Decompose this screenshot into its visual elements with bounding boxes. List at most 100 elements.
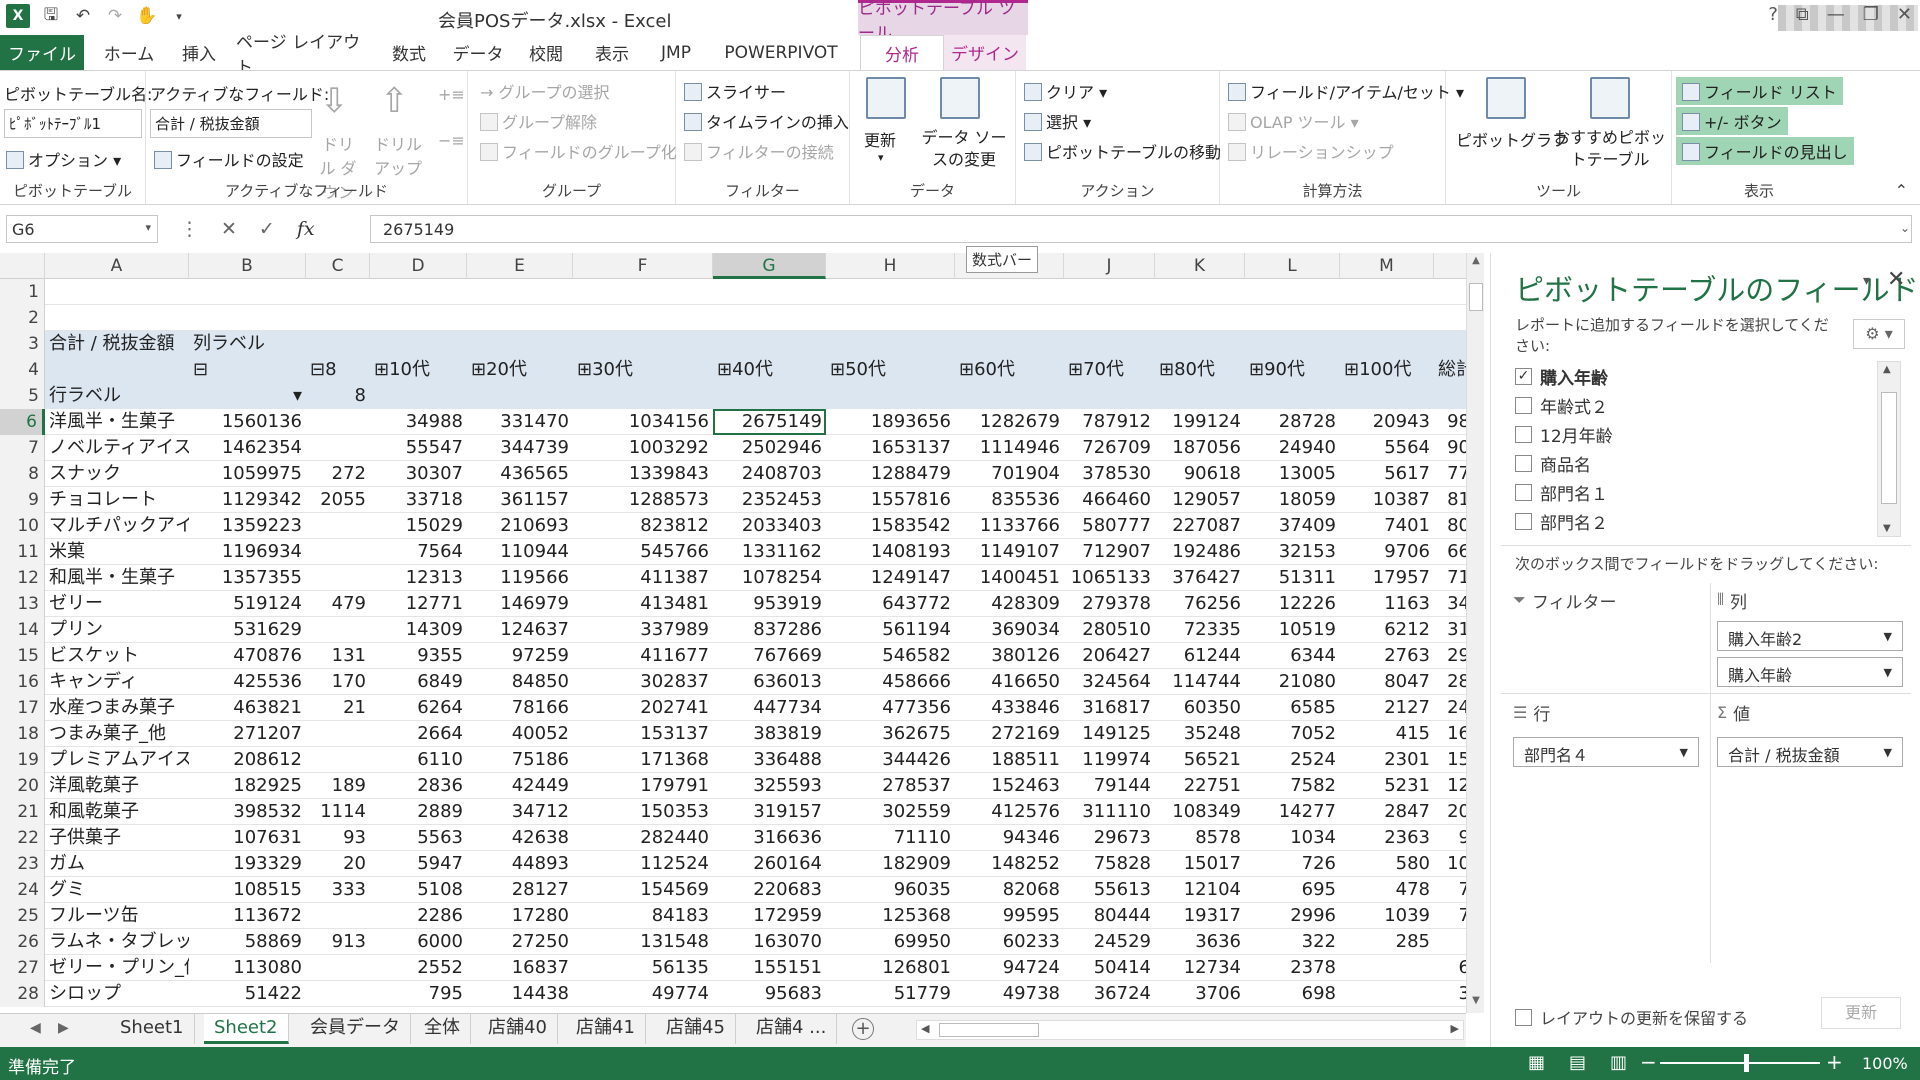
value-cell[interactable]: 13005 [1245,461,1340,487]
update-button[interactable]: 更新 [1821,997,1901,1029]
value-cell[interactable]: 7 [1434,903,1466,929]
ungroup-button[interactable]: グループ解除 [480,109,597,133]
value-cell[interactable]: 477356 [826,695,955,721]
cell[interactable] [955,383,1064,409]
value-cell[interactable]: 96035 [826,877,955,903]
row-label-cell[interactable]: スナック [45,461,189,487]
value-cell[interactable]: 90 [1434,435,1466,461]
value-cell[interactable]: 131548 [573,929,713,955]
value-cell[interactable]: 333 [306,877,370,903]
row-header[interactable]: 9 [0,487,45,513]
ribbon-display-icon[interactable]: ⧉ [1796,4,1809,25]
value-cell[interactable]: 795 [370,981,467,1007]
row-header[interactable]: 28 [0,981,45,1007]
value-cell[interactable]: 81 [1434,487,1466,513]
value-cell[interactable]: 75186 [467,747,573,773]
chip-dropdown-icon[interactable]: ▼ [1884,630,1892,643]
value-cell[interactable]: 953919 [713,591,826,617]
value-cell[interactable]: 163070 [713,929,826,955]
pt-name-input[interactable]: ﾋﾟﾎﾞｯﾄﾃｰﾌﾞﾙ1 [4,109,142,138]
row-header[interactable]: 5 [0,383,45,409]
value-cell[interactable]: 14277 [1245,799,1340,825]
column-header-B[interactable]: B [189,253,306,279]
row-header[interactable]: 8 [0,461,45,487]
value-cell[interactable]: 202741 [573,695,713,721]
value-cell[interactable]: 55613 [1064,877,1155,903]
value-cell[interactable]: 302837 [573,669,713,695]
value-cell[interactable]: 97259 [467,643,573,669]
value-cell[interactable]: 413481 [573,591,713,617]
value-cell[interactable]: 1560136 [189,409,306,435]
column-header-C[interactable]: C [306,253,370,279]
row-header[interactable]: 21 [0,799,45,825]
value-cell[interactable]: 152463 [955,773,1064,799]
value-cell[interactable] [1340,955,1434,981]
value-cell[interactable]: 5231 [1340,773,1434,799]
value-cell[interactable]: 436565 [467,461,573,487]
value-cell[interactable]: 316817 [1064,695,1155,721]
value-cell[interactable]: 124637 [467,617,573,643]
value-cell[interactable]: 153137 [573,721,713,747]
value-cell[interactable]: 220683 [713,877,826,903]
value-cell[interactable]: 380126 [955,643,1064,669]
value-cell[interactable]: 2763 [1340,643,1434,669]
value-cell[interactable]: 210693 [467,513,573,539]
row-header[interactable]: 16 [0,669,45,695]
value-cell[interactable]: 1114946 [955,435,1064,461]
column-labels-header[interactable]: 列ラベル [189,331,306,357]
value-cell[interactable]: 49738 [955,981,1064,1007]
column-group-header[interactable]: ⊞40代 [713,357,826,383]
fields-items-sets-button[interactable]: フィールド/アイテム/セット ▾ [1228,79,1464,103]
value-cell[interactable]: 519124 [189,591,306,617]
enter-icon[interactable]: ✓ [259,218,275,240]
value-cell[interactable]: 3636 [1155,929,1245,955]
value-cell[interactable]: 7401 [1340,513,1434,539]
scroll-right-icon[interactable]: ▶ [1451,1022,1459,1035]
sheet-tab[interactable]: Sheet2 [204,1014,289,1044]
value-cell[interactable]: 72335 [1155,617,1245,643]
value-cell[interactable]: 1249147 [826,565,955,591]
value-cell[interactable]: 60350 [1155,695,1245,721]
value-cell[interactable]: 58869 [189,929,306,955]
group-selection-button[interactable]: → グループの選択 [480,79,610,103]
field-scroll-up-icon[interactable]: ▲ [1883,364,1891,375]
value-cell[interactable]: 75828 [1064,851,1155,877]
value-cell[interactable]: 478 [1340,877,1434,903]
value-cell[interactable]: 125368 [826,903,955,929]
value-cell[interactable]: 425536 [189,669,306,695]
pivot-value-header[interactable]: 合計 / 税抜金額 [45,331,189,357]
value-cell[interactable]: 479 [306,591,370,617]
row-label-cell[interactable]: ラムネ・タブレット [45,929,189,955]
value-cell[interactable]: 260164 [713,851,826,877]
value-cell[interactable]: 362675 [826,721,955,747]
column-group-header[interactable]: ⊞60代 [955,357,1064,383]
sheet-tab[interactable]: 店舗45 [656,1014,736,1044]
normal-view-icon[interactable]: ▦ [1528,1052,1545,1073]
change-source-icon[interactable] [940,77,980,119]
value-cell[interactable]: 1331162 [713,539,826,565]
tab-view[interactable]: 表示 [580,35,644,70]
value-cell[interactable]: 726709 [1064,435,1155,461]
field-checkbox[interactable] [1515,454,1532,472]
sheet-tab[interactable]: 全体 [414,1014,471,1044]
cell[interactable] [1064,383,1155,409]
value-cell[interactable]: 325593 [713,773,826,799]
value-cell[interactable]: 28728 [1245,409,1340,435]
scroll-left-icon[interactable]: ◀ [921,1022,929,1035]
refresh-icon[interactable] [866,77,906,119]
row-label-cell[interactable]: つまみ菓子_他 [45,721,189,747]
value-cell[interactable]: 378530 [1064,461,1155,487]
value-cell[interactable] [306,617,370,643]
column-group-header[interactable]: ⊞90代 [1245,357,1340,383]
value-cell[interactable]: 835536 [955,487,1064,513]
value-cell[interactable]: 1357355 [189,565,306,591]
column-group-header[interactable]: ⊞20代 [467,357,573,383]
value-cell[interactable]: 131 [306,643,370,669]
horizontal-scroll-thumb[interactable] [939,1023,1039,1037]
value-cell[interactable]: 107631 [189,825,306,851]
formula-input[interactable]: 2675149 [370,215,1912,243]
select-all-corner[interactable] [0,253,45,279]
value-cell[interactable]: 2301 [1340,747,1434,773]
value-cell[interactable]: 30307 [370,461,467,487]
tab-data[interactable]: データ [446,35,510,70]
